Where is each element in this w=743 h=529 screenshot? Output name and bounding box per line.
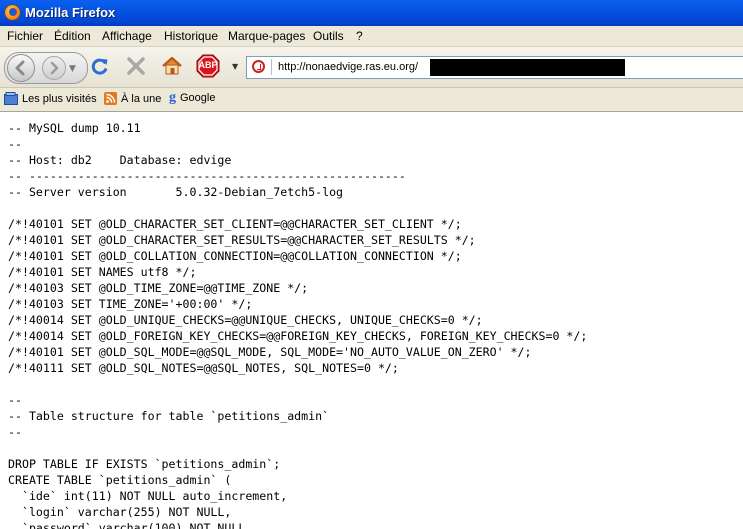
menu-affichage[interactable]: Affichage [102,29,152,43]
sql-dump-text: -- MySQL dump 10.11 -- -- Host: db2 Databa… [8,120,587,529]
forward-arrow-icon [50,61,59,75]
code-line: /*!40101 SET @OLD_SQL_MODE=@@SQL_MODE, S… [8,345,532,359]
code-line: -- Table structure for table `petitions_… [8,409,330,423]
code-line: /*!40014 SET @OLD_FOREIGN_KEY_CHECKS=@@F… [8,329,588,343]
menu-bar: Fichier Édition Affichage Historique Mar… [0,26,743,47]
menu-marque-pages[interactable]: Marque-pages [228,29,305,43]
menu-help[interactable]: ? [356,29,363,43]
code-line: -- [8,393,22,407]
adblock-label: ABP [198,60,218,70]
menu-historique[interactable]: Historique [164,29,218,43]
stop-icon [127,57,145,75]
bookmark-label: À la une [121,92,162,105]
url-input[interactable] [278,59,418,75]
menu-outils[interactable]: Outils [313,29,344,43]
code-line: CREATE TABLE `petitions_admin` ( [8,473,232,487]
bookmark-label: Les plus visités [22,92,97,105]
window-title: Mozilla Firefox [25,5,116,20]
home-icon [162,56,182,75]
reload-icon [91,58,108,75]
code-line: /*!40111 SET @OLD_SQL_NOTES=@@SQL_NOTES,… [8,361,399,375]
google-g-icon: g [169,90,176,105]
menu-edition[interactable]: Édition [54,29,91,43]
adblock-button[interactable]: ABP [196,54,220,78]
back-arrow-icon [15,60,25,76]
menu-fichier[interactable]: Fichier [7,29,43,43]
bookmark-label: Google [180,92,216,104]
code-line: DROP TABLE IF EXISTS `petitions_admin`; [8,457,281,471]
window-title-bar[interactable]: Mozilla Firefox [0,0,743,26]
stop-button[interactable] [125,55,147,77]
back-button[interactable] [7,54,35,82]
history-dropdown-icon[interactable]: ▼ [69,64,76,74]
bookmark-most-visited[interactable]: Les plus visités [4,92,97,105]
code-line: `login` varchar(255) NOT NULL, [8,505,232,519]
bookmarks-toolbar: Les plus visités À la une g Google [0,88,743,112]
code-line: /*!40101 SET @OLD_CHARACTER_SET_CLIENT=@… [8,217,462,231]
adblock-dropdown-icon[interactable]: ▼ [232,62,238,71]
code-line: /*!40101 SET @OLD_CHARACTER_SET_RESULTS=… [8,233,476,247]
code-line: `password` varchar(100) NOT NULL, [8,521,253,529]
bookmark-headlines[interactable]: À la une [104,92,161,105]
code-line: -- Server version 5.0.32-Debian_7etch5-l… [8,185,344,199]
redacted-url-block [430,59,625,76]
page-content[interactable]: -- MySQL dump 10.11 -- -- Host: db2 Databa… [0,112,743,529]
code-line: /*!40014 SET @OLD_UNIQUE_CHECKS=@@UNIQUE… [8,313,483,327]
code-line: -- -------------------------------------… [8,169,406,183]
code-line: -- [8,425,22,439]
code-line: /*!40101 SET NAMES utf8 */; [8,265,197,279]
code-line: `ide` int(11) NOT NULL auto_increment, [8,489,288,503]
back-forward-group: ▼ [4,52,88,84]
home-button[interactable] [160,54,184,78]
code-line: /*!40101 SET @OLD_COLLATION_CONNECTION=@… [8,249,462,263]
bookmark-google[interactable]: g Google [169,90,216,105]
site-favicon-icon [252,60,265,73]
address-divider [271,59,272,75]
bookmark-folder-icon [4,92,18,105]
code-line: /*!40103 SET TIME_ZONE='+00:00' */; [8,297,253,311]
firefox-logo-icon [4,4,21,21]
reload-button[interactable] [89,55,111,77]
code-line: -- Host: db2 Database: edvige [8,153,232,167]
code-line: -- [8,137,22,151]
address-bar[interactable] [246,56,743,79]
code-line: /*!40103 SET @OLD_TIME_ZONE=@@TIME_ZONE … [8,281,309,295]
forward-button[interactable] [42,56,66,80]
rss-feed-icon [104,92,117,105]
code-line: -- MySQL dump 10.11 [8,121,141,135]
